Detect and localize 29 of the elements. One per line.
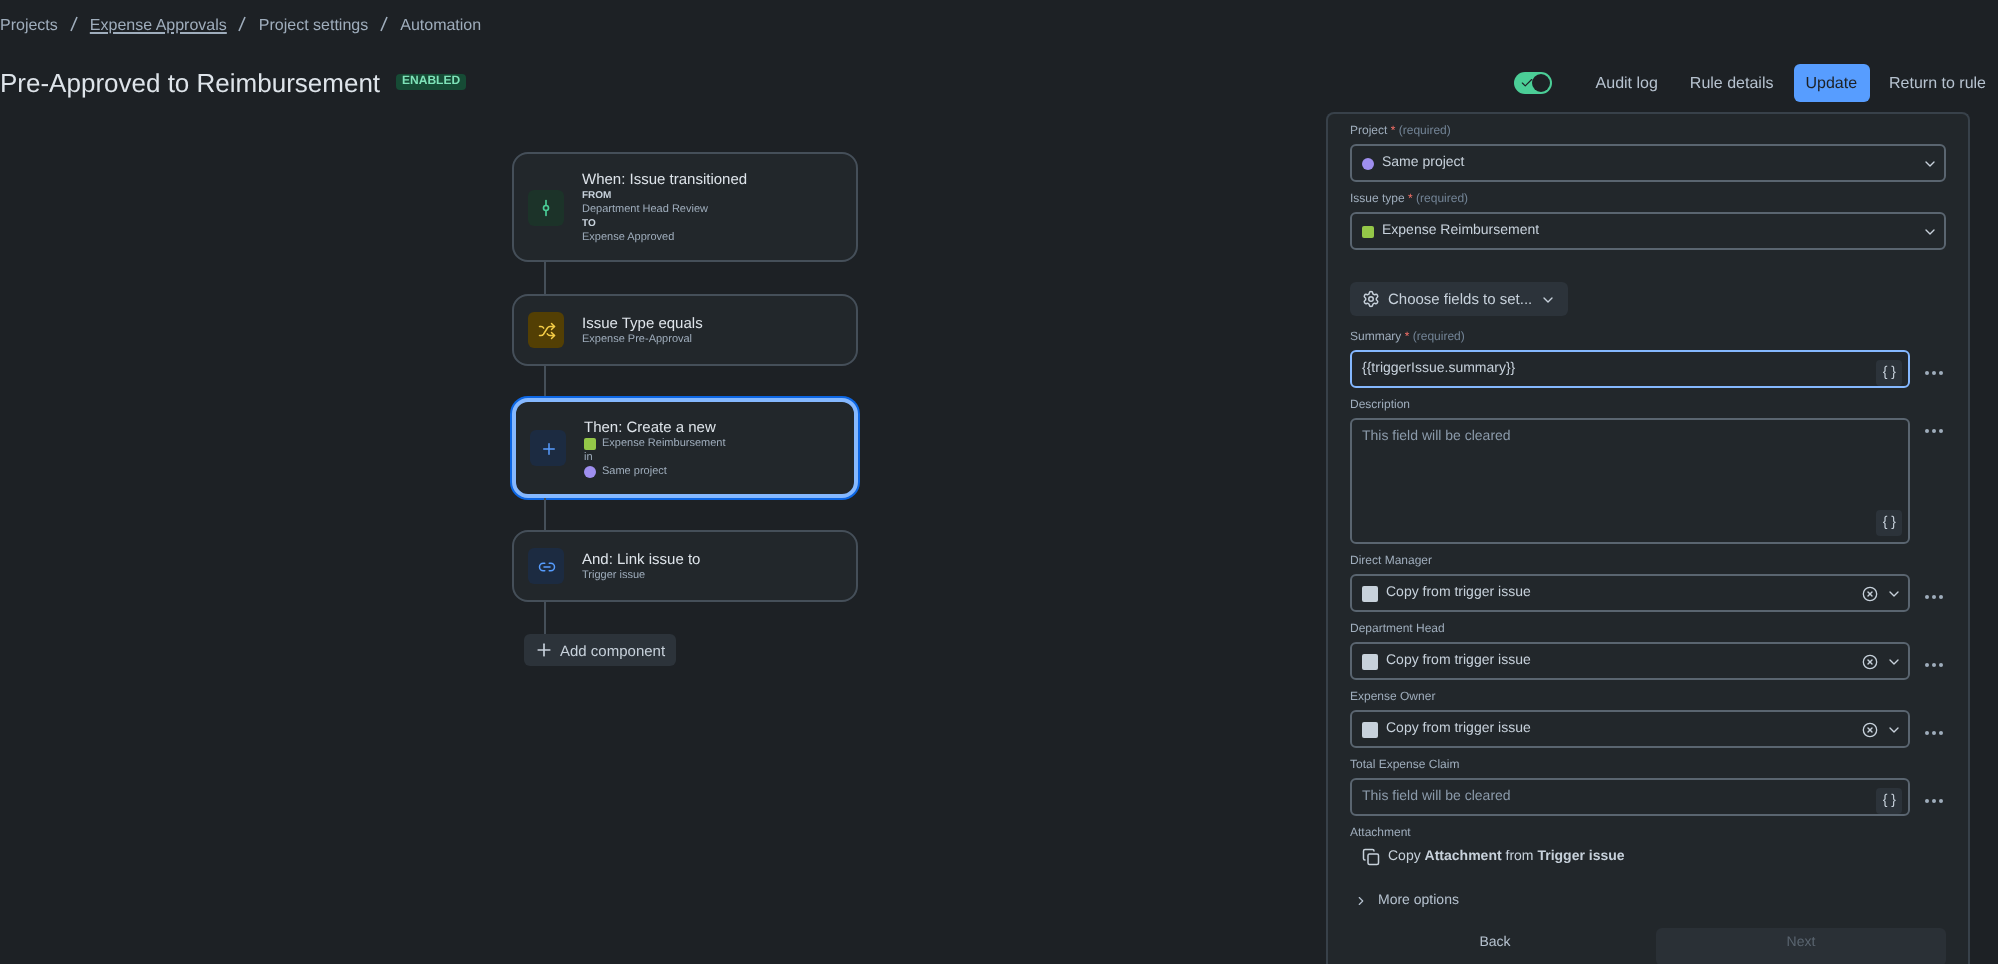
clear-icon[interactable]: [1862, 585, 1878, 601]
update-button[interactable]: Update: [1793, 63, 1870, 101]
transition-icon: [528, 189, 564, 225]
header-button[interactable]: Audit log: [1583, 63, 1670, 101]
slash-icon: [380, 16, 389, 32]
breadcrumb-link[interactable]: Expense Approvals: [89, 15, 227, 33]
check-icon: [1519, 75, 1534, 89]
breadcrumb-link[interactable]: Projects: [0, 15, 58, 33]
rule-toggle[interactable]: [1513, 71, 1552, 93]
avatar-icon: [1362, 653, 1378, 669]
plus-icon: [534, 640, 554, 660]
header-button[interactable]: Rule details: [1677, 63, 1786, 101]
breadcrumb-link[interactable]: Automation: [400, 15, 482, 33]
clear-icon[interactable]: [1862, 721, 1878, 737]
issue-type-icon: [1362, 225, 1374, 237]
header-button[interactable]: Return to rule: [1877, 63, 1998, 101]
slash-icon: [238, 16, 247, 32]
chevron-right-icon: [1354, 894, 1368, 908]
slash-icon: [69, 16, 78, 32]
shuffle-icon: [528, 312, 564, 348]
clear-icon[interactable]: [1862, 653, 1878, 669]
breadcrumb-link[interactable]: Project settings: [258, 15, 369, 33]
link-icon: [528, 548, 564, 584]
rule-title: Pre-Approved to Reimbursement: [0, 67, 381, 97]
gear-icon: [1362, 290, 1380, 308]
copy-icon: [1362, 848, 1380, 866]
avatar-icon: [1362, 721, 1378, 737]
plus-icon: [530, 430, 566, 466]
avatar-icon: [1362, 585, 1378, 601]
